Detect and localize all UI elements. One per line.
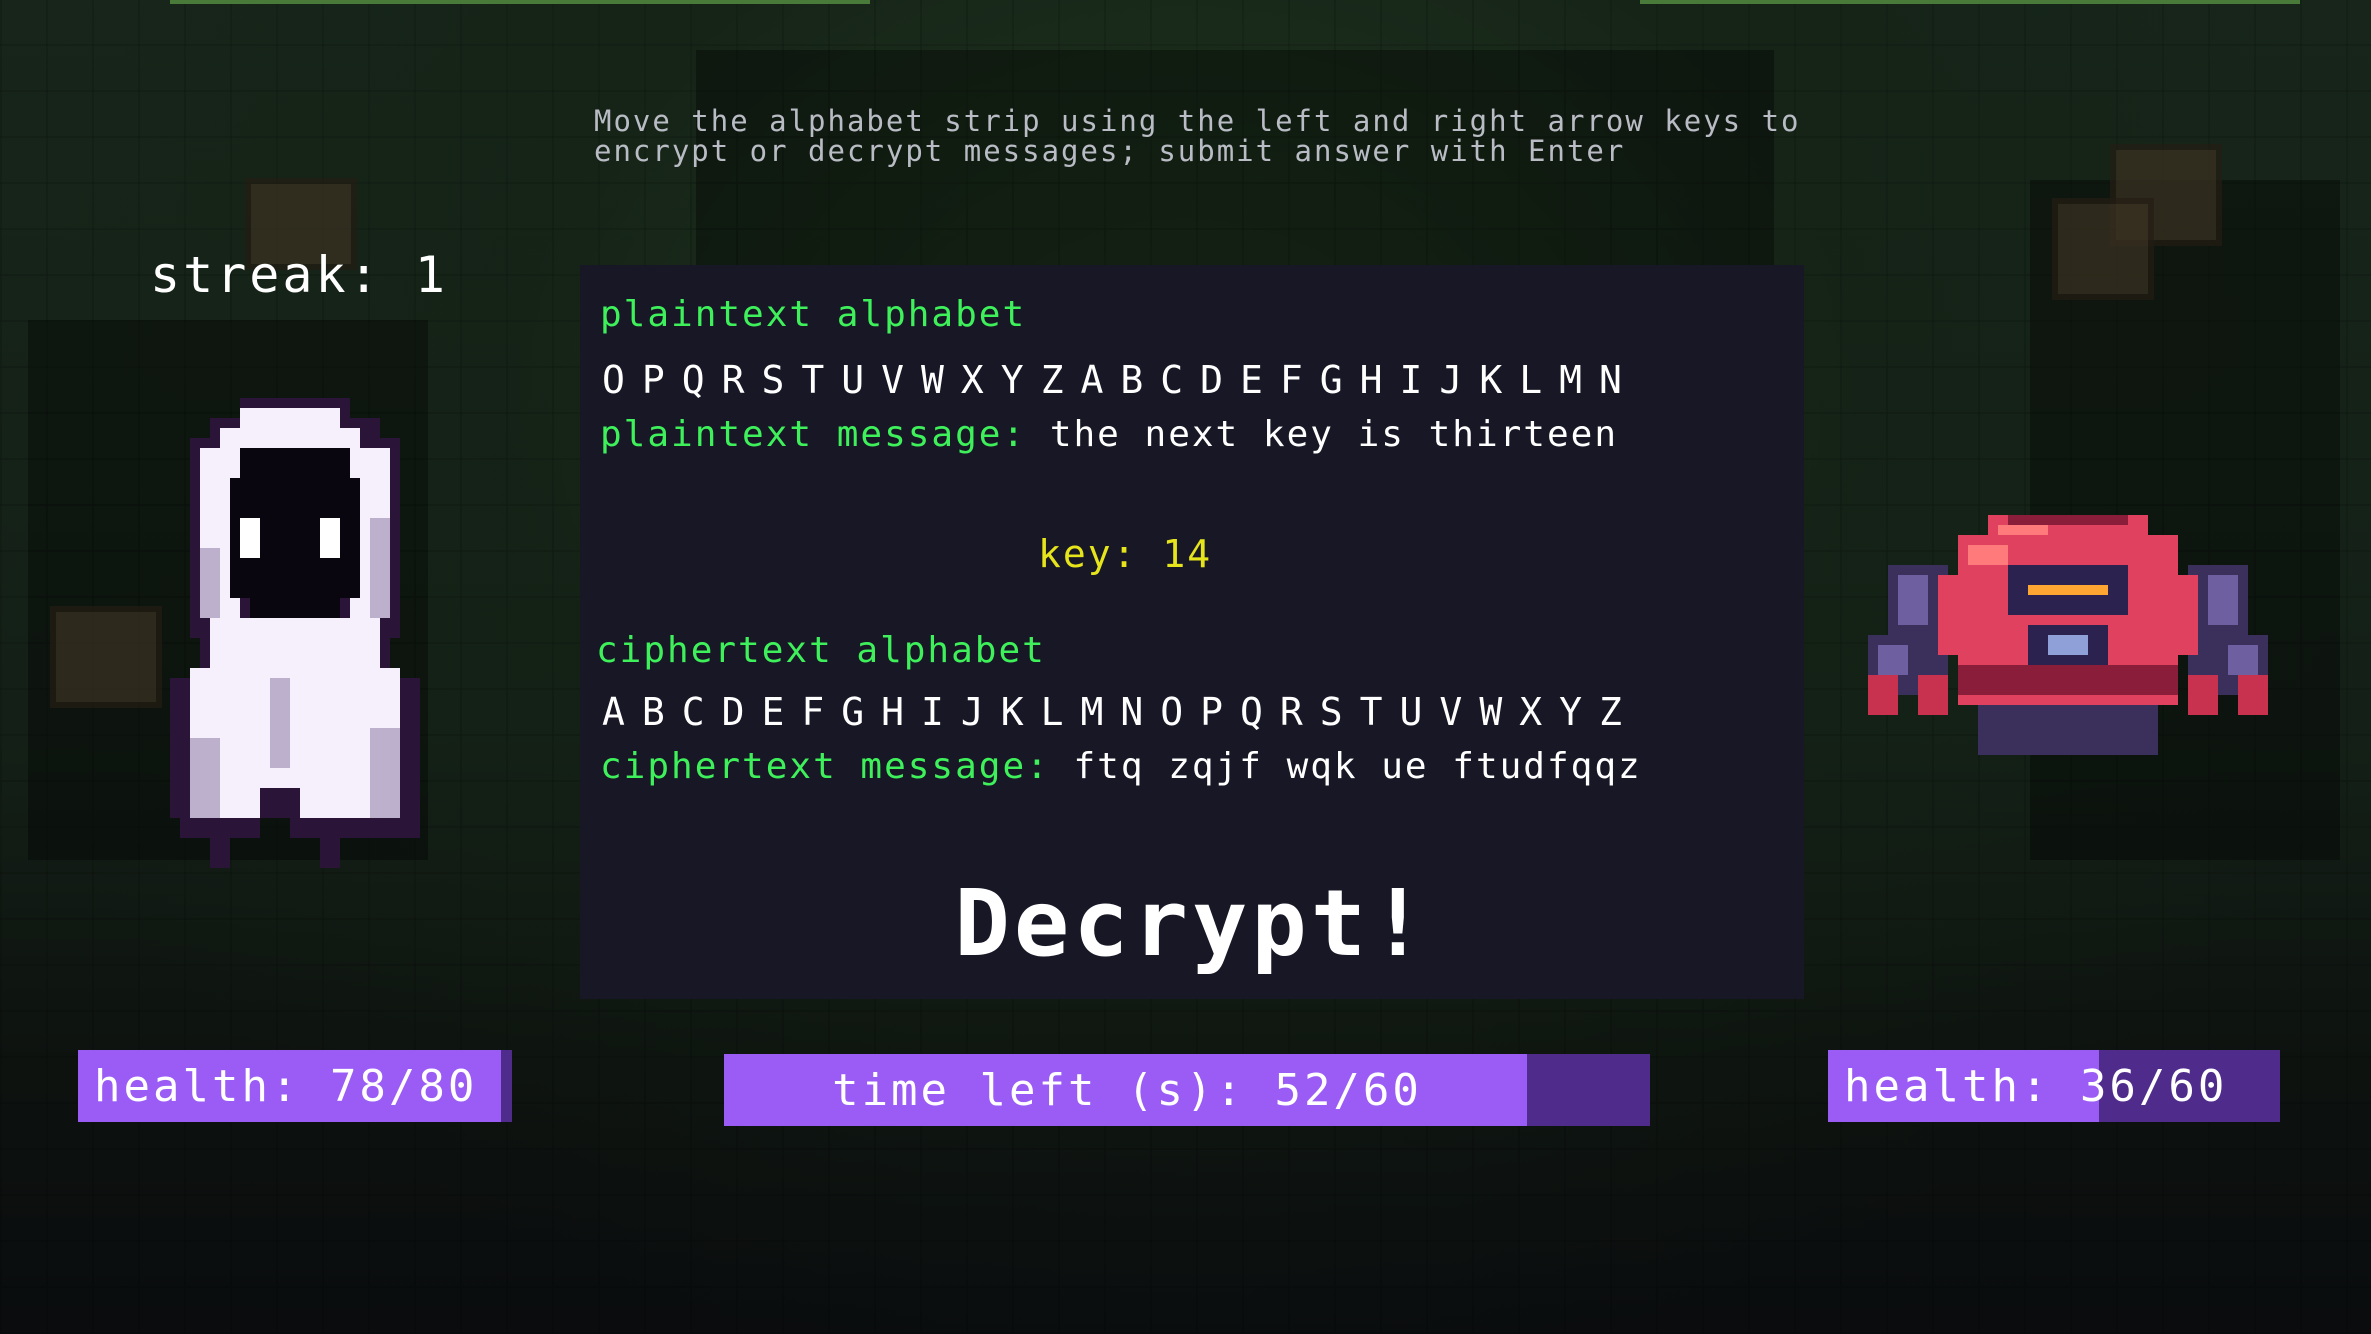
player-health-label: health: [94,1060,301,1112]
plaintext-alphabet-label: plaintext alphabet [600,294,1027,335]
top-edge-line [170,0,870,4]
player-health-bar: health: 78/80 [78,1050,512,1122]
plaintext-message-row: plaintext message: the next key is thirt… [600,414,1618,455]
ciphertext-message-row: ciphertext message: ftq zqjf wqk ue ftud… [600,746,1642,787]
player-ghost-sprite [170,398,420,868]
crate [50,606,162,708]
decrypt-action-title: Decrypt! [954,870,1430,977]
enemy-health-value: 36/60 [2079,1060,2228,1112]
enemy-health-text: health: 36/60 [1828,1050,2280,1122]
ciphertext-message-label: ciphertext message: [600,746,1050,787]
plaintext-message-label: plaintext message: [600,414,1027,455]
player-health-value: 78/80 [329,1060,478,1112]
plaintext-message: the next key is thirteen [1049,414,1618,455]
time-left-bar: time left (s): 52/60 [724,1054,1650,1126]
top-edge-line-right [1640,0,2300,4]
enemy-health-bar: health: 36/60 [1828,1050,2280,1122]
ciphertext-alphabet-strip: ABCDEFGHIJKLMNOPQRSTUVWXYZ [602,690,1639,734]
streak-counter: streak: 1 [150,246,448,304]
time-left-text: time left (s): 52/60 [724,1054,1650,1126]
key-display: key: 14 [1038,532,1212,576]
enemy-health-label: health: [1844,1060,2051,1112]
time-left-value: 52/60 [1274,1064,1422,1116]
ciphertext-alphabet-label: ciphertext alphabet [596,630,1046,671]
instructions-text: Move the alphabet strip using the left a… [594,104,1801,168]
streak-label: streak: [150,246,382,304]
ciphertext-message: ftq zqjf wqk ue ftudfqqz [1073,746,1642,787]
streak-value: 1 [414,246,448,304]
plaintext-alphabet-strip[interactable]: OPQRSTUVWXYZABCDEFGHIJKLMN [602,358,1639,402]
key-value: 14 [1162,532,1213,576]
enemy-robot-sprite [1868,515,2268,755]
player-health-text: health: 78/80 [78,1050,512,1122]
time-left-label: time left (s): [832,1064,1245,1116]
key-label: key: [1038,532,1138,576]
crate [2052,198,2154,300]
